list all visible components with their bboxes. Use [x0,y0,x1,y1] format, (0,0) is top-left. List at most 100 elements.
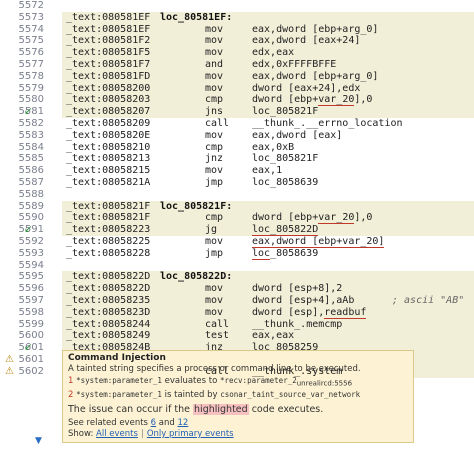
line-number: 5573 [18,11,44,23]
code-line[interactable]: 5578 _text:080581FD mov eax,dword [ebp+arg_… [0,70,474,83]
all-events-link[interactable]: All events [96,429,138,439]
related-event-link-12[interactable]: 12 [178,418,189,428]
address: _text:08058213 [66,153,151,165]
code-line[interactable]: 5579 _text:08058200 mov dword [eax+24],edx [0,82,474,95]
issue-popup: Command Injection A tainted string speci… [62,350,414,443]
mnemonic: mov [205,35,224,47]
warning-icon[interactable]: ⚠ [5,366,15,378]
tainted-operand: var_20 [318,212,355,225]
mnemonic: cmp [205,141,224,153]
code-line[interactable]: 5574 _text:080581EF mov eax,dword [ebp+arg_… [0,23,474,36]
line-number: 5588 [18,188,44,200]
line-number: 5599 [18,318,44,330]
tainted-operand: readbuf [324,306,367,319]
code-line[interactable]: 5599 _text:08058244 call __thunk_.memcmp [0,318,474,331]
code-line[interactable]: 5577 _text:080581F7 and edx,0xFFFFBFFE [0,58,474,71]
operands: dword [esp],readbuf [252,306,367,319]
mnemonic: mov [205,283,224,295]
highlighted-word: highlighted [193,404,249,415]
line-number: 5589 [18,200,44,212]
mnemonic: jmp [205,247,224,259]
line-number: 5600 [18,330,44,342]
code-line[interactable]: 5587 _text:0805821A jmp loc_8058639 [0,177,474,189]
warning-icon[interactable]: ⚠ [5,354,15,366]
primary-events-link[interactable]: Only primary events [147,429,234,439]
code-line[interactable]: 5595 _text:0805822D loc_805822D: [0,271,474,284]
triangle-down-icon[interactable]: ▼ [35,436,42,446]
address: _text:0805820E [66,129,151,141]
code-line[interactable]: 5572 [0,0,474,12]
tainted-operand: loc [252,247,271,260]
line-number: 5580 [18,94,44,106]
curved-arrow-icon: ↙ [24,224,33,236]
line-number: 5581 [18,106,44,118]
mnemonic: jns [205,106,224,118]
operands: edx,0xFFFFBFFE [252,58,337,70]
code-line[interactable]: 5588 [0,189,474,201]
code-line[interactable]: 5597 _text:08058235 mov dword [esp+4],aAb ; … [0,294,474,307]
operands: eax,dword [ebp+var_20] [252,235,385,248]
operands: eax,0xB [252,141,295,153]
code-line[interactable]: 5598 _text:0805823D mov dword [esp],readbuf [0,306,474,319]
line-highlight [62,0,474,12]
code-line[interactable]: 5585 _text:08058213 jnz loc_805821F [0,153,474,165]
curved-arrow-icon: ↙ [24,342,33,354]
code-line[interactable]: 5589 _text:0805821F loc_805821F: [0,200,474,213]
operands: eax,dword [ebp+arg_0] [252,70,379,82]
line-number: 5591 [18,224,44,236]
address: _text:0805822D [66,271,151,283]
address: _text:08058215 [66,165,151,177]
code-line[interactable]: 5582 _text:08058209 call __thunk_.__errno_l… [0,118,474,130]
code-line[interactable]: 5591 ↙ _text:08058223 jg loc_805822D [0,224,474,237]
line-number: 5584 [18,141,44,153]
code-line[interactable]: 5573 _text:080581EF loc_80581EF: [0,11,474,24]
code-line[interactable]: 5600 _text:08058249 test eax,eax [0,330,474,343]
line-number: 5586 [18,165,44,177]
operands: eax,dword [eax+24] [252,35,361,47]
event-number: 1 [68,376,74,386]
code-line[interactable]: 5583 _text:0805820E mov eax,dword [eax] [0,130,474,142]
code-line[interactable]: 5584 _text:08058210 cmp eax,0xB [0,142,474,154]
code-line[interactable]: 5594 [0,260,474,272]
code-line[interactable]: 5586 _text:08058215 mov eax,1 [0,165,474,177]
code-line[interactable]: 5580 _text:08058203 cmp dword [ebp+var_20],… [0,94,474,107]
address: _text:08058203 [66,94,151,106]
code-line[interactable]: 5581 ↙ _text:08058207 jns loc_805821F [0,106,474,118]
mnemonic: jmp [205,176,224,188]
operands: loc_805822D [252,224,319,237]
line-number: 5594 [18,259,44,271]
tainted-operand: memcmp [306,318,343,331]
code-line[interactable]: 5575 _text:080581F2 mov eax,dword [eax+24] [0,35,474,48]
line-number: 5574 [18,23,44,35]
code-line[interactable]: 5596 _text:0805822D mov dword [esp+8],2 [0,283,474,295]
line-number: 5593 [18,247,44,259]
address: _text:0805821F [66,200,151,212]
event-number: 2 [68,390,74,400]
code-line[interactable]: 5590 _text:0805821F cmp dword [ebp+var_20],… [0,212,474,225]
address: _text:08058210 [66,141,151,153]
operands: __thunk_.__errno_location [252,117,403,129]
event-filter: Show: All events | Only primary events [68,429,234,439]
event-value: csonar_taint_source_var_network [220,390,361,399]
operands: dword [ebp+var_20],0 [252,212,373,225]
operands: edx,eax [252,47,295,59]
line-number: 5587 [18,176,44,188]
code-line[interactable]: 5592 _text:08058225 mov eax,dword [ebp+var_… [0,235,474,248]
line-number: 5596 [18,283,44,295]
mnemonic: mov [205,235,224,247]
line-number: 5576 [18,47,44,59]
comment: ; ascii "AB" [392,294,465,306]
line-number: 5579 [18,82,44,94]
operands: eax,1 [252,165,283,177]
mnemonic: and [205,58,224,70]
address: _text:0805822D [66,283,151,295]
line-highlight [62,260,474,272]
mnemonic: call [205,365,230,377]
address: _text:08058200 [66,82,151,94]
code-line[interactable]: 5593 _text:08058228 jmp loc_8058639 [0,247,474,260]
line-number: 5577 [18,58,44,70]
mnemonic: mov [205,165,224,177]
code-label: loc_805822D: [160,271,233,283]
code-line[interactable]: 5576 _text:080581F5 mov edx,eax [0,47,474,59]
line-number: 5598 [18,306,44,318]
